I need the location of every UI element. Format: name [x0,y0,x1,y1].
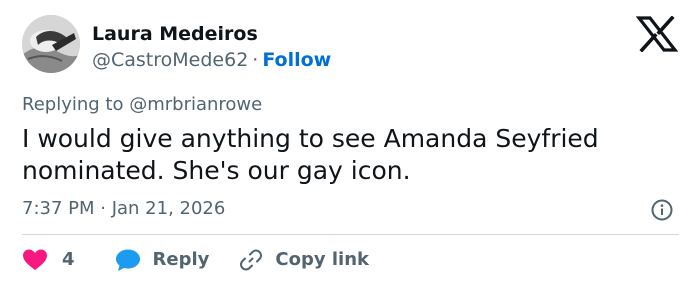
copy-link-button[interactable]: Copy link [239,248,369,272]
like-count: 4 [62,249,75,270]
divider [22,234,679,235]
author-handle[interactable]: @CastroMede62 [92,49,248,71]
reply-label: Reply [152,249,210,270]
tweet-timestamp[interactable]: 7:37 PM · Jan 21, 2026 [22,197,225,221]
reply-mention-link[interactable]: @mrbrianrowe [129,94,262,115]
author-name[interactable]: Laura Medeiros [92,22,258,46]
separator-dot: · [252,49,259,71]
tweet-card: Laura Medeiros @CastroMede62 · Follow Repl… [0,0,700,287]
replying-to-label: Replying to [22,94,124,115]
tweet-text: I would give anything to see Amanda Seyf… [22,124,599,185]
copy-link-label: Copy link [275,249,369,270]
info-icon[interactable] [651,199,673,221]
avatar-photo-icon [22,15,80,73]
heart-icon [23,249,47,270]
like-button[interactable]: 4 [22,248,75,272]
replying-to: Replying to @mrbrianrowe [22,94,262,116]
avatar[interactable] [22,15,80,73]
author-handle-row: @CastroMede62 · Follow [92,48,331,72]
follow-button[interactable]: Follow [262,49,331,71]
speech-bubble-icon [115,249,140,271]
reply-button[interactable]: Reply [115,248,210,272]
action-bar: 4 Reply Copy link [22,246,369,274]
link-icon [240,249,263,271]
x-logo-icon[interactable] [635,15,679,53]
